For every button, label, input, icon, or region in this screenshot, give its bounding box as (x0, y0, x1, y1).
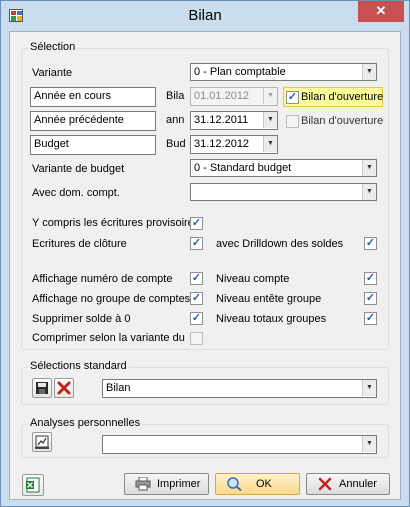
bud-label: Bud (166, 138, 186, 150)
level-account-checkbox[interactable]: ✓ (364, 272, 377, 285)
budget-field[interactable]: Budget (30, 135, 156, 155)
previous-year-date-value: 31.12.2011 (194, 114, 249, 126)
opening-balance-label-2: Bilan d'ouverture (301, 115, 384, 127)
excel-export-button[interactable] (22, 474, 44, 496)
title-bar[interactable]: Bilan ✕ (1, 1, 409, 31)
ann-label: ann (166, 114, 185, 126)
current-year-date-value: 01.01.2012 (194, 90, 250, 102)
selection-legend: Sélection (28, 41, 78, 53)
closing-checkbox[interactable]: ✓ (190, 237, 203, 250)
current-year-field[interactable]: Année en cours (30, 87, 156, 107)
personal-analysis-select[interactable]: ▼ (102, 435, 377, 454)
chevron-down-icon: ▼ (263, 88, 277, 104)
ok-button[interactable]: OK (215, 473, 300, 495)
variante-select[interactable]: 0 - Plan comptable ▼ (190, 63, 377, 81)
client-area: Sélection Variante 0 - Plan comptable ▼ … (9, 31, 401, 500)
provisional-label: Y compris les écritures provisoires (32, 217, 200, 229)
print-button[interactable]: Imprimer (124, 473, 209, 495)
show-account-number-label: Affichage numéro de compte (32, 273, 173, 285)
printer-icon (135, 477, 151, 491)
opening-balance-checkbox-2 (286, 115, 299, 128)
excel-icon (26, 477, 40, 493)
chart-edit-icon (35, 435, 49, 449)
level-group-totals-label: Niveau totaux groupes (216, 313, 327, 325)
chevron-down-icon[interactable]: ▼ (362, 380, 376, 396)
ok-label: OK (256, 478, 272, 490)
dom-label: Avec dom. compt. (32, 187, 120, 199)
level-account-label: Niveau compte (216, 273, 290, 285)
dom-select[interactable]: ▼ (190, 183, 377, 201)
variante-label: Variante (32, 67, 73, 79)
floppy-disk-icon (36, 382, 48, 394)
show-account-number-checkbox[interactable]: ✓ (190, 272, 203, 285)
standard-selections-group: Sélections standard Bilan ▼ (21, 360, 389, 405)
provisional-checkbox[interactable]: ✓ (190, 217, 203, 230)
budget-variant-select[interactable]: 0 - Standard budget ▼ (190, 159, 377, 177)
window-title: Bilan (188, 7, 222, 24)
bilan-window: Bilan ✕ Sélection Variante 0 - Plan comp… (0, 0, 410, 507)
budget-variant-label: Variante de budget (32, 163, 125, 175)
closing-label: Ecritures de clôture (32, 238, 127, 250)
chevron-down-icon[interactable]: ▼ (362, 184, 376, 200)
cancel-label: Annuler (339, 478, 377, 490)
budget-date-value: 31.12.2012 (194, 138, 250, 150)
compress-checkbox (190, 332, 203, 345)
compress-label: Comprimer selon la variante du (32, 332, 185, 344)
cancel-button[interactable]: Annuler (306, 473, 390, 495)
chevron-down-icon[interactable]: ▼ (362, 64, 376, 80)
level-group-header-label: Niveau entête groupe (216, 293, 322, 305)
previous-year-field[interactable]: Année précédente (30, 111, 156, 131)
previous-year-date[interactable]: 31.12.2011 ▼ (190, 111, 278, 130)
opening-balance-label-1: Bilan d'ouverture (301, 91, 384, 103)
selection-group: Sélection Variante 0 - Plan comptable ▼ … (21, 41, 389, 350)
drilldown-checkbox[interactable]: ✓ (364, 237, 377, 250)
budget-date[interactable]: 31.12.2012 ▼ (190, 135, 278, 154)
show-group-number-checkbox[interactable]: ✓ (190, 292, 203, 305)
close-button[interactable]: ✕ (358, 1, 404, 22)
chevron-down-icon[interactable]: ▼ (263, 112, 277, 128)
current-year-date: 01.01.2012 ▼ (190, 87, 278, 106)
chevron-down-icon[interactable]: ▼ (362, 436, 376, 452)
personal-analyses-group: Analyses personnelles ▼ (21, 417, 389, 458)
chevron-down-icon[interactable]: ▼ (263, 136, 277, 152)
save-button[interactable] (32, 378, 52, 398)
opening-balance-checkbox-1[interactable]: ✓ (286, 91, 299, 104)
delete-button[interactable] (54, 378, 74, 398)
bila-label: Bila (166, 90, 185, 102)
standard-selection-value: Bilan (106, 382, 131, 394)
personal-analyses-legend: Analyses personnelles (28, 417, 143, 429)
delete-x-icon (57, 381, 71, 395)
show-group-number-label: Affichage no groupe de comptes (32, 293, 191, 305)
budget-variant-value: 0 - Standard budget (194, 162, 292, 174)
analysis-edit-button[interactable] (32, 432, 52, 452)
chevron-down-icon[interactable]: ▼ (362, 160, 376, 176)
standard-selection-select[interactable]: Bilan ▼ (102, 379, 377, 398)
level-group-totals-checkbox[interactable]: ✓ (364, 312, 377, 325)
variante-value: 0 - Plan comptable (194, 66, 286, 78)
level-group-header-checkbox[interactable]: ✓ (364, 292, 377, 305)
magnifier-check-icon (227, 477, 242, 491)
standard-selections-legend: Sélections standard (28, 360, 129, 372)
drilldown-label: avec Drilldown des soldes (216, 238, 344, 250)
print-label: Imprimer (157, 478, 201, 490)
cancel-x-icon (318, 477, 332, 491)
delete-zero-checkbox[interactable]: ✓ (190, 312, 203, 325)
delete-zero-label: Supprimer solde à 0 (32, 313, 131, 325)
